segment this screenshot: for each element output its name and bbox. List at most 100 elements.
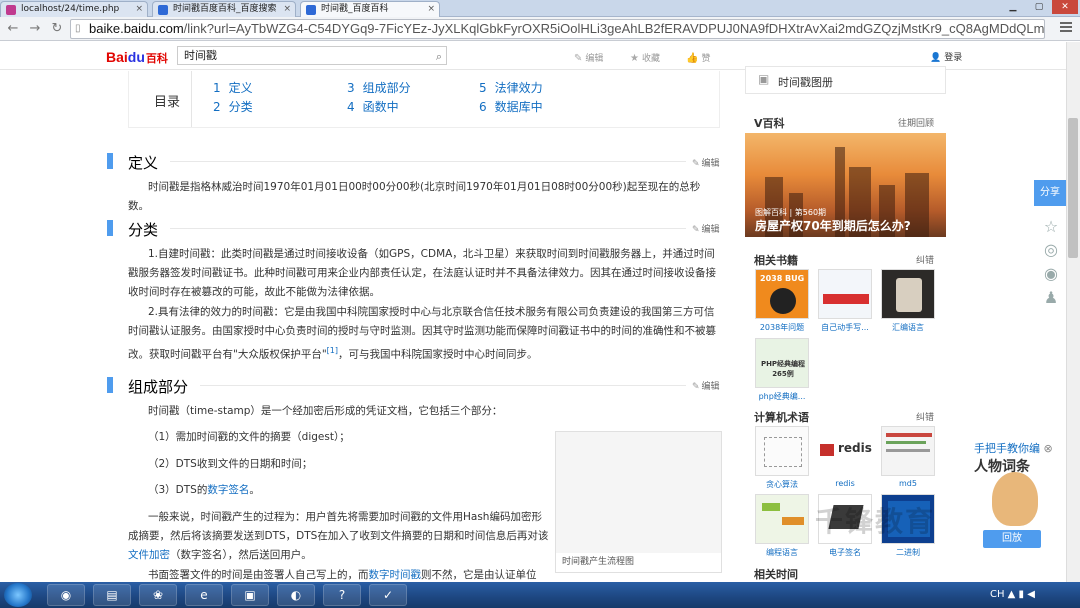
- computer-terms-correction[interactable]: 纠错: [916, 410, 934, 423]
- term-thumb-redis[interactable]: redis: [818, 426, 872, 476]
- tab-close-icon[interactable]: ×: [135, 2, 143, 17]
- toc-item-label: 函数中: [362, 100, 399, 114]
- promo-widget[interactable]: 手把手教你编 ⊗ 人物词条: [974, 440, 1066, 476]
- section-divider: [170, 161, 686, 162]
- taskbar-app-icon[interactable]: ❀: [139, 584, 177, 606]
- related-books-correction[interactable]: 纠错: [916, 253, 934, 266]
- vbaike-title: V百科: [754, 117, 785, 130]
- browser-tab-1[interactable]: localhost/24/time.php ×: [0, 1, 148, 17]
- section-edit-button[interactable]: ✎ 编辑: [692, 379, 720, 392]
- book-caption[interactable]: 自己动手写...: [815, 322, 875, 333]
- taskbar-explorer-icon[interactable]: ▤: [93, 584, 131, 606]
- book-thumb-php[interactable]: PHP经典编程 265例: [755, 338, 809, 388]
- taskbar-terminal-icon[interactable]: ▣: [231, 584, 269, 606]
- weibo-icon[interactable]: ◎: [1040, 240, 1062, 259]
- term-caption[interactable]: redis: [815, 479, 875, 488]
- classification-p2-tail: ，可与我国中科院国家授时中心时间同步。: [338, 348, 538, 361]
- book-thumb-text: PHP经典编程 265例: [760, 360, 806, 378]
- pencil-icon: ✎: [692, 225, 700, 235]
- book-thumb-2038[interactable]: 2038 BUG: [755, 269, 809, 319]
- system-tray[interactable]: CH ▲ ▮ ◀: [990, 589, 1035, 600]
- term-caption[interactable]: 电子签名: [815, 547, 875, 558]
- browser-menu-icon[interactable]: [1060, 22, 1072, 34]
- section-edit-button[interactable]: ✎ 编辑: [692, 156, 720, 169]
- file-encryption-link[interactable]: 文件加密: [128, 549, 170, 561]
- related-time-title: 相关时间: [754, 568, 798, 581]
- browser-tab-2[interactable]: 时间戳百度百科_百度搜索 ×: [152, 1, 296, 17]
- section-edit-label: 编辑: [701, 382, 720, 392]
- back-arrow-icon[interactable]: ←: [4, 20, 22, 38]
- tab-close-icon[interactable]: ×: [427, 2, 435, 17]
- tab-close-icon[interactable]: ×: [283, 2, 291, 17]
- taskbar-help-icon[interactable]: ?: [323, 584, 361, 606]
- book-caption[interactable]: 汇编语言: [878, 322, 938, 333]
- forward-arrow-icon[interactable]: →: [26, 20, 44, 38]
- toc-item-label: 分类: [228, 100, 253, 114]
- toc-item-number: 1: [213, 81, 221, 95]
- start-button[interactable]: [4, 583, 32, 607]
- book-thumb-assembly[interactable]: [881, 269, 935, 319]
- book-caption[interactable]: 2038年问题: [752, 322, 812, 333]
- close-window-icon[interactable]: ✕: [1052, 0, 1078, 14]
- maximize-window-icon[interactable]: ▢: [1026, 0, 1052, 14]
- wechat-icon[interactable]: ◉: [1040, 264, 1062, 283]
- login-button[interactable]: 👤 登录: [930, 50, 962, 63]
- header-favorite-button[interactable]: ★ 收藏: [630, 51, 660, 64]
- taskbar-ie-icon[interactable]: e: [185, 584, 223, 606]
- term-caption[interactable]: md5: [878, 479, 938, 488]
- book-thumb-os[interactable]: [818, 269, 872, 319]
- baidu-baike-logo[interactable]: Baidu百科: [106, 49, 168, 66]
- pencil-icon: ✎: [574, 53, 583, 64]
- header-like-label: 赞: [701, 54, 711, 64]
- toc-item-database[interactable]: 6 数据库中: [479, 98, 543, 115]
- toc-item-functions[interactable]: 4 函数中: [347, 98, 399, 115]
- flowchart-caption: 时间戳产生流程图: [555, 553, 722, 573]
- promo-close-icon[interactable]: ⊗: [1044, 442, 1053, 455]
- vbaike-feature-image[interactable]: 图解百科 | 第560期 房屋产权70年到期后怎么办?: [745, 133, 946, 237]
- login-label: 登录: [944, 53, 963, 63]
- toc-item-components[interactable]: 3 组成部分: [347, 79, 411, 96]
- taskbar-firefox-icon[interactable]: ◐: [277, 584, 315, 606]
- reload-icon[interactable]: ↻: [48, 20, 66, 38]
- header-edit-button[interactable]: ✎ 编辑: [574, 51, 603, 64]
- section-edit-label: 编辑: [701, 159, 720, 169]
- term-thumb-greedy[interactable]: [755, 426, 809, 476]
- digital-signature-link[interactable]: 数字签名: [207, 484, 249, 496]
- search-icon[interactable]: ⌕: [436, 48, 442, 65]
- url-input[interactable]: ▯ baike.baidu.com/link?url=AyTbWZG4-C54D…: [70, 19, 1045, 39]
- taskbar-chrome-icon[interactable]: ◉: [47, 584, 85, 606]
- playback-button[interactable]: 回放: [983, 530, 1041, 548]
- digital-timestamp-link[interactable]: 数字时间戳: [369, 569, 422, 581]
- toc-item-classification[interactable]: 2 分类: [213, 98, 253, 115]
- components-process-paragraph: 一般来说，时间戳产生的过程为：用户首先将需要加时间戳的文件用Hash编码加密形成…: [128, 508, 552, 565]
- term-caption[interactable]: 二进制: [878, 547, 938, 558]
- toc-item-definition[interactable]: 1 定义: [213, 79, 253, 96]
- toc-divider: [191, 71, 192, 127]
- term-thumb-md5[interactable]: [881, 426, 935, 476]
- citation-link[interactable]: [1]: [327, 346, 338, 355]
- tab-title: localhost/24/time.php: [21, 4, 120, 14]
- term-caption[interactable]: 贪心算法: [752, 479, 812, 490]
- vbaike-archive-link[interactable]: 往期回顾: [898, 116, 934, 129]
- header-like-button[interactable]: 👍 赞: [686, 51, 710, 64]
- star-icon[interactable]: ☆: [1040, 217, 1062, 236]
- taskbar-editor-icon[interactable]: ✓: [369, 584, 407, 606]
- flowchart-image[interactable]: [555, 431, 722, 571]
- toc-item-legal-effect[interactable]: 5 法律效力: [479, 79, 543, 96]
- browser-tab-strip: localhost/24/time.php × 时间戳百度百科_百度搜索 × 时…: [0, 0, 1080, 17]
- section-title-definition: 定义: [128, 154, 159, 172]
- scrollbar-thumb[interactable]: [1068, 118, 1078, 258]
- section-edit-button[interactable]: ✎ 编辑: [692, 222, 720, 235]
- browser-tab-3-active[interactable]: 时间戳_百度百科 ×: [300, 1, 440, 17]
- share-button[interactable]: 分享: [1034, 180, 1066, 206]
- toc-item-label: 数据库中: [494, 100, 543, 114]
- watermark-logo: 千锋教育: [815, 505, 936, 538]
- qq-icon[interactable]: ♟: [1040, 288, 1062, 307]
- book-caption[interactable]: php经典编...: [752, 391, 812, 402]
- album-card[interactable]: ▣ 时间戳图册: [745, 66, 946, 94]
- last-text-a: 书面签署文件的时间是由签署人自己写上的，而: [148, 569, 369, 581]
- term-caption[interactable]: 编程语言: [752, 547, 812, 558]
- search-input[interactable]: 时间戳 ⌕: [177, 46, 447, 65]
- minimize-window-icon[interactable]: ▁: [1000, 0, 1026, 14]
- term-thumb-programming[interactable]: [755, 494, 809, 544]
